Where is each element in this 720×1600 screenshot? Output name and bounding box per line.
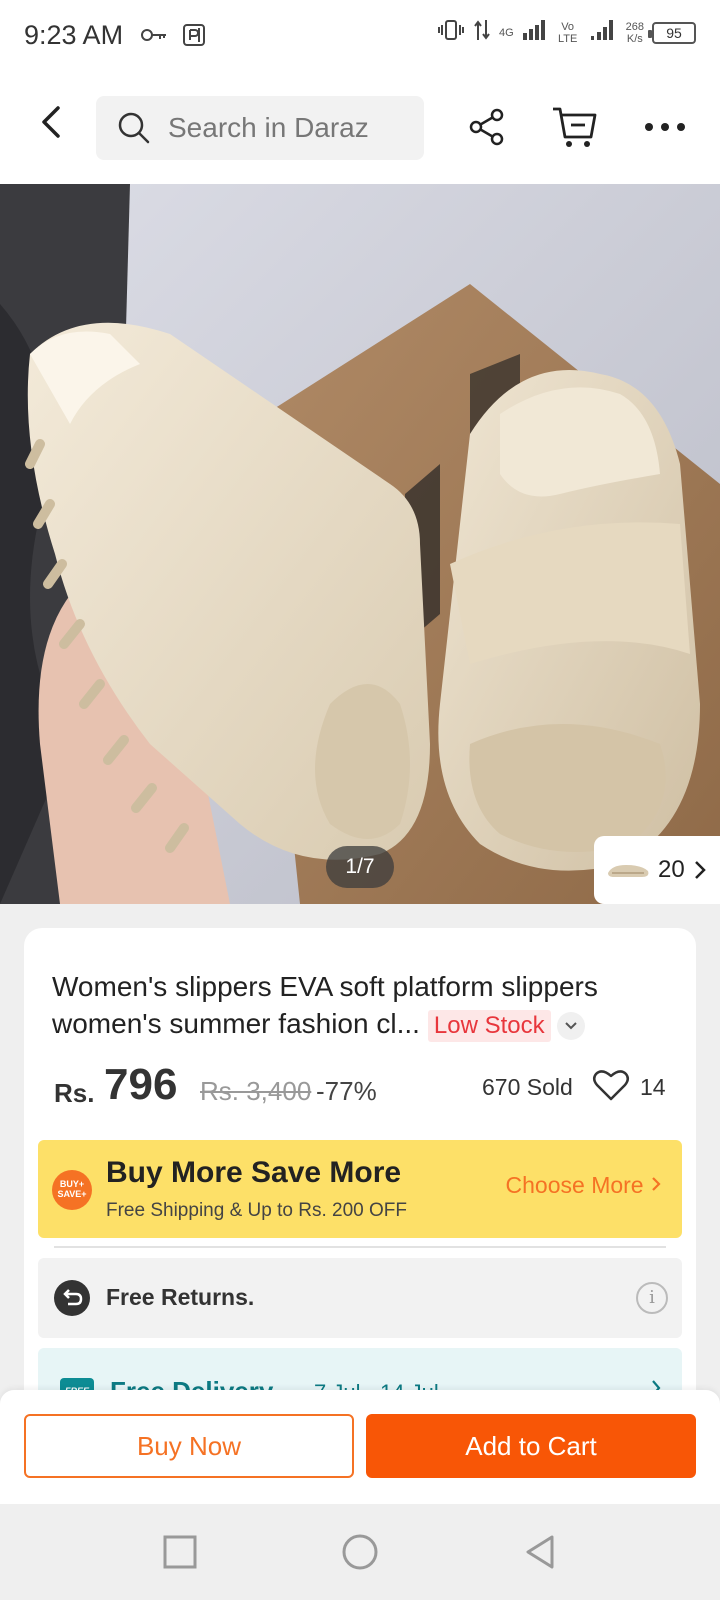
status-right-icons: 4G Vo LTE 268 K/s 95: [437, 18, 696, 47]
signal-icon-2: [590, 19, 618, 46]
search-icon: [118, 112, 150, 144]
expand-title-button[interactable]: [556, 1011, 585, 1040]
triangle-back-icon: [526, 1535, 554, 1569]
add-to-cart-button[interactable]: Add to Cart: [366, 1414, 696, 1478]
chevron-right-icon: [694, 861, 706, 879]
status-left-icons: [140, 22, 208, 53]
network-type-label: 4G: [498, 26, 514, 39]
wishlist-button[interactable]: [592, 1068, 630, 1107]
badge-line-1: BUY+: [59, 1179, 85, 1189]
back-button[interactable]: [30, 100, 74, 144]
cart-icon: [553, 107, 597, 147]
system-back-button[interactable]: [520, 1532, 560, 1572]
sold-count: 670 Sold: [482, 1074, 573, 1100]
network-speed-value: 268: [625, 20, 644, 33]
cart-button[interactable]: [550, 102, 600, 152]
recent-apps-button[interactable]: [160, 1532, 200, 1572]
back-arrow-icon: [42, 106, 60, 138]
buy-save-badge-icon: BUY+ SAVE+: [52, 1170, 92, 1210]
status-time: 9:23 AM: [24, 20, 124, 50]
chevron-down-icon: [564, 1021, 577, 1030]
free-returns-row[interactable]: Free Returns. i: [38, 1258, 682, 1338]
product-info-card: Women's slippers EVA soft platform slipp…: [24, 928, 696, 1448]
more-dots-icon: [645, 123, 685, 131]
key-icon: [140, 27, 168, 48]
search-placeholder: Search in Daraz: [168, 112, 369, 143]
choose-more-label: Choose More: [505, 1172, 644, 1198]
chevron-right-icon: [652, 1177, 661, 1191]
image-counter: 1/7: [326, 846, 394, 888]
search-input[interactable]: Search in Daraz: [96, 96, 424, 160]
battery-icon: 95: [648, 21, 696, 44]
wishlist-count: 14: [640, 1074, 666, 1100]
price-row: Rs. 796 Rs. 3,400 -77% 670 Sold 14: [54, 1060, 666, 1112]
free-returns-label: Free Returns.: [106, 1284, 255, 1310]
original-price: Rs. 3,400: [200, 1076, 312, 1106]
discount-percent: -77%: [316, 1076, 377, 1106]
top-navigation: Search in Daraz: [0, 72, 720, 184]
volte-label: Vo LTE: [557, 20, 578, 45]
slipper-thumbnail-icon: [608, 865, 649, 877]
data-transfer-icon: [473, 18, 491, 47]
promo-title: Buy More Save More: [106, 1156, 402, 1189]
buy-now-button[interactable]: Buy Now: [24, 1414, 354, 1478]
low-stock-badge: Low Stock: [427, 1010, 551, 1042]
product-title-block[interactable]: Women's slippers EVA soft platform slipp…: [52, 968, 652, 1042]
price-currency: Rs.: [54, 1078, 95, 1108]
share-icon: [469, 108, 504, 146]
badge-line-2: SAVE+: [57, 1189, 87, 1199]
network-speed-unit: K/s: [626, 32, 643, 45]
buy-more-save-more-banner[interactable]: BUY+ SAVE+ Buy More Save More Free Shipp…: [38, 1140, 682, 1238]
app-notification-icon: [182, 22, 208, 53]
divider: [54, 1246, 666, 1248]
variant-count: 20: [658, 856, 685, 883]
share-button[interactable]: [462, 102, 512, 152]
return-arrow-icon: [54, 1280, 90, 1316]
system-navigation-bar: [0, 1504, 720, 1600]
home-button[interactable]: [340, 1532, 380, 1572]
product-image[interactable]: [0, 184, 720, 904]
slippers-photo: [0, 184, 720, 904]
heart-icon: [593, 1070, 629, 1101]
square-icon: [163, 1535, 197, 1569]
current-price: 796: [104, 1060, 178, 1109]
bottom-action-bar: Buy Now Add to Cart: [0, 1390, 720, 1504]
status-bar: 9:23 AM 4G Vo LTE 268 K/s 95: [0, 0, 720, 72]
signal-icon: [522, 19, 546, 46]
network-speed: 268 K/s: [626, 21, 644, 45]
choose-more-link[interactable]: Choose More: [506, 1172, 662, 1199]
vibrate-icon: [437, 18, 465, 47]
circle-icon: [342, 1534, 378, 1570]
more-options-button[interactable]: [640, 102, 690, 152]
variant-thumbnails-button[interactable]: 20: [594, 836, 720, 904]
promo-subtitle: Free Shipping & Up to Rs. 200 OFF: [106, 1200, 407, 1221]
info-icon[interactable]: i: [636, 1282, 668, 1314]
